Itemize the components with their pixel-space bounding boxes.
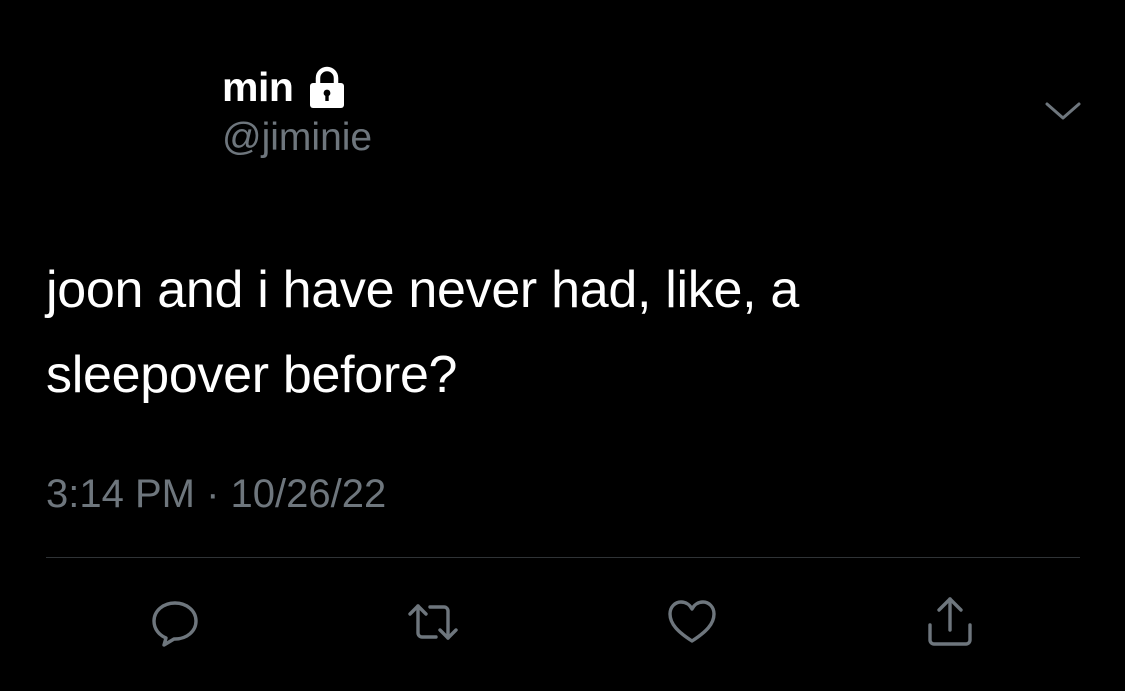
name-row: min (222, 62, 372, 112)
tweet-date[interactable]: 10/26/22 (231, 472, 387, 516)
reply-icon (152, 601, 198, 647)
tweet-header: min @jiminie (222, 62, 372, 160)
handle[interactable]: @jiminie (222, 116, 372, 160)
heart-icon (668, 600, 716, 643)
tweet-time[interactable]: 3:14 PM (46, 472, 195, 516)
share-icon (928, 597, 972, 646)
meta-separator: · (206, 472, 220, 516)
retweet-icon (408, 604, 458, 640)
reply-button[interactable] (147, 594, 203, 650)
tweet-text-line: sleepover before? (46, 346, 458, 404)
tweet-meta: 3:14 PM · 10/26/22 (46, 472, 386, 517)
chevron-down-icon[interactable] (1041, 96, 1085, 126)
like-button[interactable] (664, 594, 720, 650)
divider (46, 557, 1080, 558)
tweet-text: joon and i have never had, like, a sleep… (46, 248, 1046, 418)
share-button[interactable] (922, 594, 978, 650)
display-name[interactable]: min (222, 64, 294, 111)
retweet-button[interactable] (405, 594, 461, 650)
lock-icon (307, 64, 347, 110)
tweet-text-line: joon and i have never had, like, a (46, 261, 799, 319)
